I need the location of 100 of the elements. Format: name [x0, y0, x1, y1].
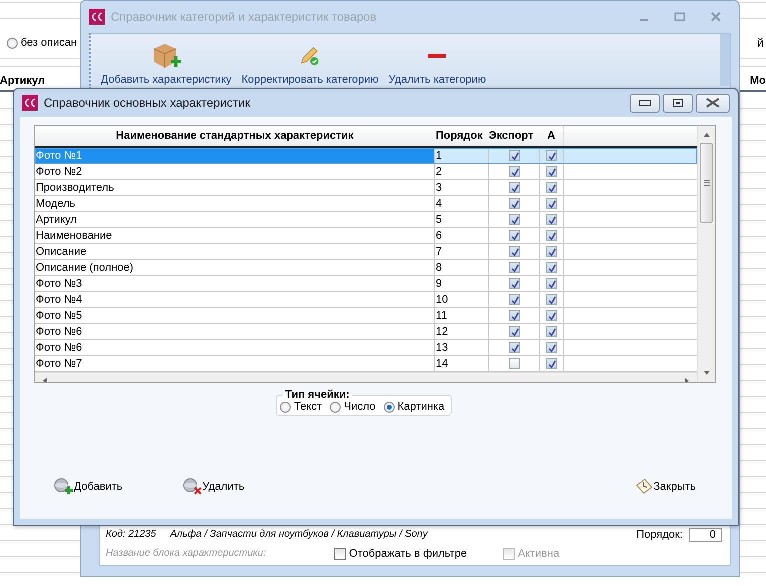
table-cell: Фото №6: [35, 324, 435, 339]
table-cell: 2: [435, 164, 489, 179]
table-row[interactable]: Фото №2 2: [35, 164, 697, 180]
column-header: Наименование стандартных характеристик: [115, 129, 355, 144]
checkbox[interactable]: [546, 310, 557, 321]
close-icon: [706, 98, 720, 108]
checkbox[interactable]: [508, 246, 520, 257]
checkbox[interactable]: [508, 294, 520, 305]
radio-button[interactable]: Текст: [280, 401, 322, 413]
table-row[interactable]: Артикул 5: [35, 212, 697, 228]
checkbox[interactable]: [546, 294, 557, 305]
table-cell: Фото №2: [35, 164, 435, 179]
group-label: Тип ячейки:: [284, 389, 351, 401]
delete-button[interactable]: Удалить: [182, 478, 245, 495]
table-row[interactable]: Фото №6 12: [35, 324, 697, 340]
scroll-right-icon[interactable]: [685, 378, 689, 382]
checkbox[interactable]: [508, 150, 520, 161]
app-logo-icon: [89, 9, 105, 25]
checkbox[interactable]: [546, 166, 557, 177]
checkbox[interactable]: [546, 342, 557, 353]
checkbox[interactable]: [546, 182, 557, 193]
disk-delete-icon: [182, 478, 202, 495]
toolbar-button[interactable]: Корректировать категорию: [242, 40, 379, 86]
table-row[interactable]: Описание (полное) 8: [35, 260, 697, 276]
table-cell: 5: [435, 212, 489, 227]
table-cell: 10: [435, 292, 489, 307]
vertical-scrollbar[interactable]: [697, 126, 715, 382]
table-cell: Артикул: [35, 212, 435, 227]
checkbox[interactable]: [546, 278, 557, 289]
table-row[interactable]: Фото №5 11: [35, 308, 697, 324]
table-row[interactable]: Описание 7: [35, 244, 697, 260]
checkbox[interactable]: [546, 150, 557, 161]
toolbar-button[interactable]: Удалить категорию: [388, 40, 486, 86]
table-cell: 4: [435, 196, 489, 211]
minimize-button[interactable]: [630, 94, 660, 112]
checkbox[interactable]: [508, 326, 520, 337]
table-cell: 11: [435, 308, 489, 323]
checkbox[interactable]: [546, 198, 557, 209]
scroll-down-icon[interactable]: [704, 371, 710, 375]
scrollbar[interactable]: [720, 34, 730, 86]
table-cell: 8: [435, 260, 489, 275]
checkbox[interactable]: [546, 262, 557, 273]
order-field[interactable]: 0: [689, 528, 722, 542]
table-cell: Описание: [35, 244, 435, 259]
checkbox[interactable]: [508, 278, 520, 289]
table-cell: 3: [435, 180, 489, 195]
table-cell: Фото №5: [35, 308, 435, 323]
table-cell: Модель: [35, 196, 435, 211]
table-cell: Фото №7: [35, 356, 435, 371]
checkbox[interactable]: [508, 166, 520, 177]
close-button[interactable]: [696, 94, 730, 112]
checkbox[interactable]: [546, 246, 557, 257]
table-cell: Наименование: [35, 228, 435, 243]
column-header: Мо: [750, 75, 766, 87]
table-row[interactable]: Фото №1 1: [35, 148, 697, 164]
table-cell: Описание (полное): [35, 260, 435, 275]
table-row[interactable]: Фото №4 10: [35, 292, 697, 308]
maximize-icon: [673, 99, 683, 107]
disk-add-icon: [54, 478, 73, 495]
checkbox[interactable]: [546, 230, 557, 241]
checkbox[interactable]: [546, 326, 557, 337]
table-row[interactable]: Модель 4: [35, 196, 697, 212]
checkbox[interactable]: Отображать в фильтре: [334, 548, 468, 560]
column-header: й: [757, 36, 764, 50]
checkbox[interactable]: [508, 182, 520, 193]
table-row[interactable]: Наименование 6: [35, 228, 697, 244]
checkbox[interactable]: [508, 230, 520, 241]
scroll-left-icon[interactable]: [43, 378, 47, 382]
close-button[interactable]: Закрыть: [636, 478, 696, 495]
checkbox[interactable]: [508, 262, 520, 273]
table-row[interactable]: Производитель 3: [35, 180, 697, 196]
table-cell: 13: [435, 340, 489, 355]
window-title: Справочник основных характеристик: [44, 96, 252, 110]
radio-button[interactable]: без описан: [7, 37, 78, 49]
table-cell: Производитель: [35, 180, 435, 195]
radio-button[interactable]: Картинка: [384, 401, 445, 413]
table-cell: Фото №6: [35, 340, 435, 355]
grip-icon: [704, 180, 710, 186]
checkbox[interactable]: [508, 214, 520, 225]
checkbox[interactable]: [546, 358, 557, 369]
table-cell: 6: [435, 228, 489, 243]
table-row[interactable]: Фото №6 13: [35, 340, 697, 356]
maximize-button[interactable]: [663, 94, 693, 112]
scroll-up-icon[interactable]: [704, 133, 710, 137]
checkbox[interactable]: [508, 342, 520, 353]
radio-button[interactable]: Число: [330, 401, 376, 413]
checkbox[interactable]: [546, 214, 557, 225]
checkbox[interactable]: [508, 198, 520, 209]
table-row[interactable]: Фото №3 9: [35, 276, 697, 292]
table-cell: Фото №3: [35, 276, 435, 291]
table-cell: Фото №4: [35, 292, 435, 307]
window-title: Справочник категорий и характеристик товаров: [111, 10, 378, 24]
column-header: Экспорт: [489, 129, 535, 144]
checkbox[interactable]: [508, 358, 520, 369]
scroll-thumb[interactable]: [700, 143, 713, 223]
checkbox[interactable]: [508, 310, 520, 321]
clock-icon: [636, 478, 653, 494]
toolbar-button[interactable]: Добавить характеристику: [101, 40, 232, 86]
block-name-label: Название блока характеристики:: [106, 548, 266, 559]
add-button[interactable]: Добавить: [54, 478, 123, 495]
